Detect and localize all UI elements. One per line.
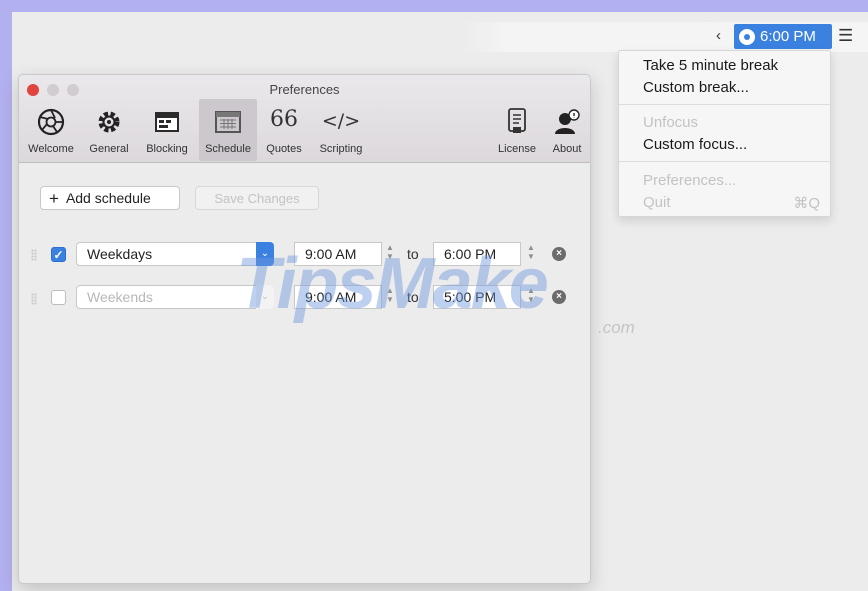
menu-item-quit[interactable]: Quit <box>643 194 671 211</box>
clock-time: 6:00 PM <box>760 28 816 45</box>
tab-welcome[interactable]: Welcome <box>23 99 79 161</box>
focus-icon <box>739 28 755 45</box>
window-title: Preferences <box>269 82 340 97</box>
menu-separator <box>619 104 830 105</box>
tab-label: General <box>89 143 129 155</box>
calendar-icon <box>215 111 241 133</box>
quotes-icon: 66 <box>270 107 298 132</box>
tab-label: Quotes <box>266 143 302 155</box>
add-schedule-button[interactable]: + Add schedule <box>40 186 180 210</box>
remove-schedule-icon[interactable]: × <box>552 247 566 261</box>
tab-quotes[interactable]: 66 Quotes <box>259 99 309 161</box>
menu-separator <box>619 161 830 162</box>
plus-icon: + <box>49 188 59 208</box>
person-icon <box>555 109 580 134</box>
menu-item-custom-break[interactable]: Custom break... <box>643 79 749 96</box>
focus-status-item[interactable]: 6:00 PM <box>734 24 832 49</box>
blocking-icon <box>155 112 179 132</box>
preferences-window: Preferences Welcome General Blocking Sch… <box>18 74 591 584</box>
menu-item-custom-focus[interactable]: Custom focus... <box>643 136 747 153</box>
tab-blocking[interactable]: Blocking <box>139 99 195 161</box>
remove-schedule-icon[interactable]: × <box>552 290 566 304</box>
watermark: TipsMake <box>236 244 549 324</box>
status-menu: Take 5 minute break Custom break... Unfo… <box>618 50 831 217</box>
drag-handle[interactable] <box>31 293 37 305</box>
list-icon[interactable]: ☰ <box>838 27 853 44</box>
menu-item-unfocus[interactable]: Unfocus <box>643 114 698 131</box>
quit-shortcut: ⌘Q <box>793 195 820 212</box>
tab-label: About <box>552 143 582 155</box>
days-value: Weekends <box>87 289 153 305</box>
license-icon <box>508 108 526 133</box>
menu-item-preferences[interactable]: Preferences... <box>643 172 736 189</box>
chevron-left-icon[interactable]: ‹ <box>716 27 721 44</box>
tab-about[interactable]: About <box>545 99 589 161</box>
aperture-icon <box>37 108 65 136</box>
drag-handle[interactable] <box>31 249 37 261</box>
tab-general[interactable]: General <box>83 99 135 161</box>
save-changes-button[interactable]: Save Changes <box>195 186 319 210</box>
gear-icon <box>98 111 120 133</box>
tab-label: Welcome <box>28 143 74 155</box>
watermark-suffix: .com <box>598 318 635 337</box>
tab-label: Schedule <box>205 143 251 155</box>
days-value: Weekdays <box>87 246 153 262</box>
schedule-enabled-checkbox[interactable]: ✓ <box>51 247 66 262</box>
menu-item-take-break[interactable]: Take 5 minute break <box>643 57 778 74</box>
tab-license[interactable]: License <box>491 99 543 161</box>
tab-scripting[interactable]: </> Scripting <box>311 99 371 161</box>
schedule-enabled-checkbox[interactable] <box>51 290 66 305</box>
tab-label: Scripting <box>319 143 363 155</box>
add-schedule-label: Add schedule <box>65 190 151 206</box>
schedule-pane: + Add schedule Save Changes ✓ Weekdays ⌄… <box>19 164 590 583</box>
tab-label: Blocking <box>146 143 188 155</box>
code-icon: </> <box>321 110 361 132</box>
tab-schedule[interactable]: Schedule <box>199 99 257 161</box>
tab-label: License <box>498 143 536 155</box>
window-toolbar: Preferences Welcome General Blocking Sch… <box>19 75 590 163</box>
